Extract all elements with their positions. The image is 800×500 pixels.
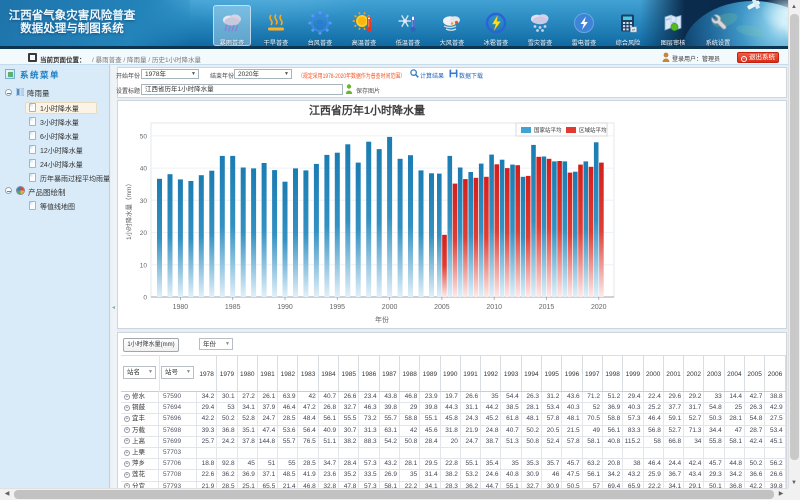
- svg-text:1980: 1980: [173, 304, 189, 311]
- svg-text:1985: 1985: [225, 304, 241, 311]
- svg-text:1小时降水量（mm）: 1小时降水量（mm）: [124, 180, 133, 240]
- svg-text:50: 50: [140, 133, 148, 140]
- svg-text:30: 30: [140, 198, 148, 205]
- svg-text:2000: 2000: [382, 304, 398, 311]
- svg-text:国家站平均: 国家站平均: [534, 126, 562, 134]
- svg-text:年份: 年份: [375, 315, 389, 324]
- svg-text:区域站平均: 区域站平均: [579, 126, 607, 134]
- svg-text:10: 10: [140, 262, 148, 269]
- svg-text:0: 0: [143, 295, 147, 302]
- svg-text:2005: 2005: [434, 304, 450, 311]
- svg-text:20: 20: [140, 230, 148, 237]
- svg-text:2010: 2010: [486, 304, 502, 311]
- svg-text:2015: 2015: [539, 304, 555, 311]
- svg-text:1995: 1995: [330, 304, 346, 311]
- svg-text:江西省历年1小时降水量: 江西省历年1小时降水量: [309, 103, 425, 117]
- svg-text:40: 40: [140, 166, 148, 173]
- svg-text:2020: 2020: [591, 304, 607, 311]
- svg-text:1990: 1990: [277, 304, 293, 311]
